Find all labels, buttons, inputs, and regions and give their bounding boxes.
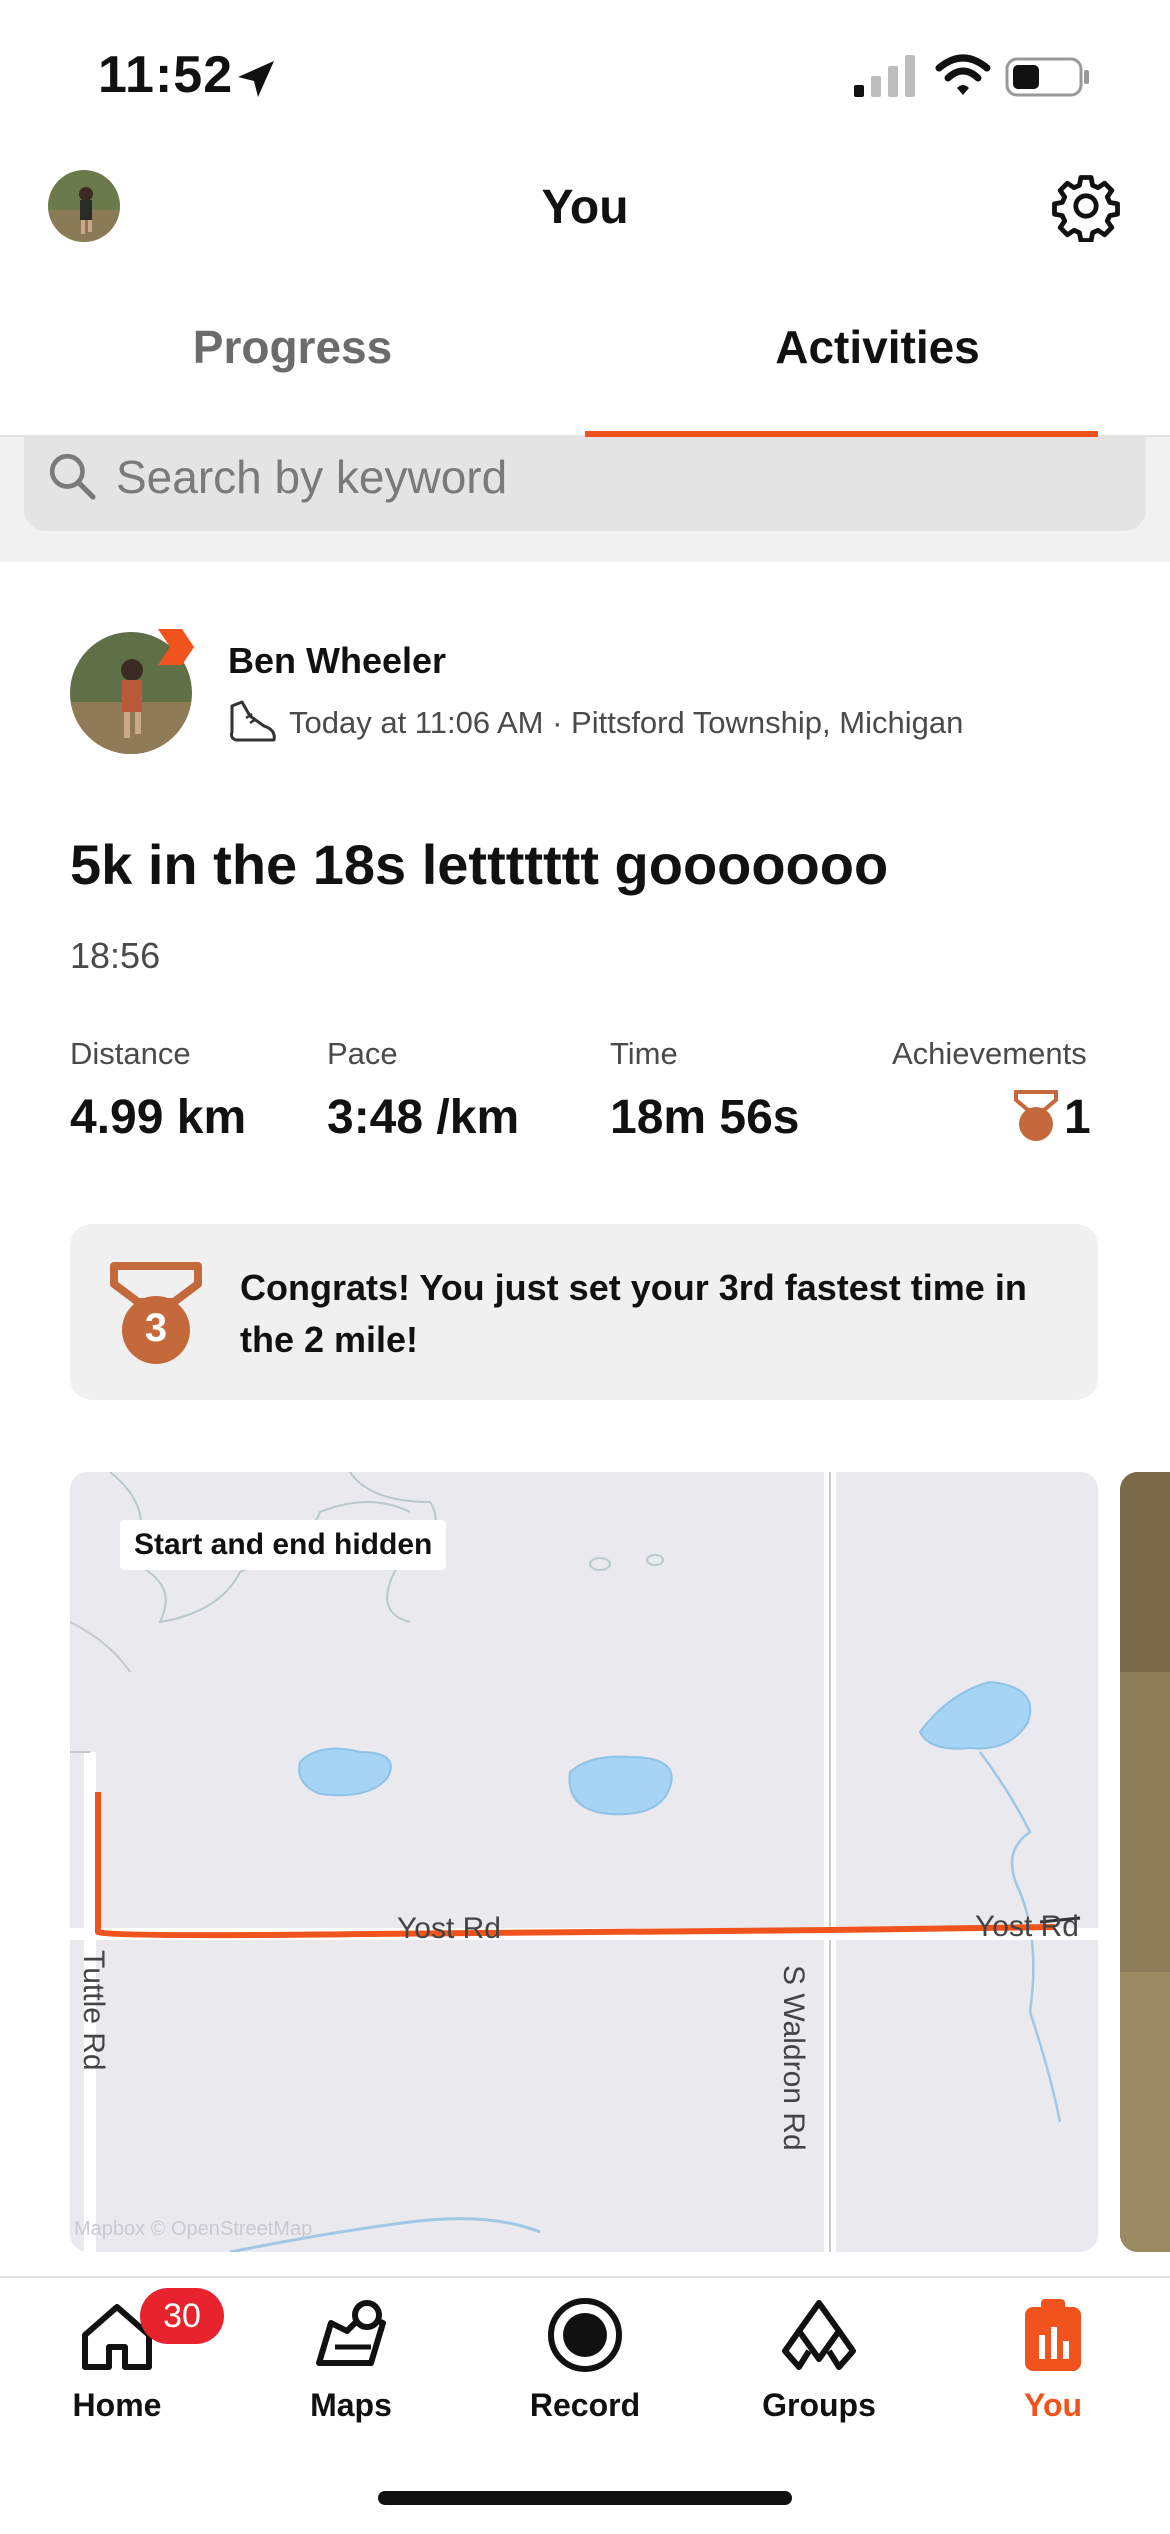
- cellular-signal-icon: [854, 55, 915, 97]
- battery-icon: [1005, 57, 1089, 97]
- medal-number: 3: [144, 1306, 168, 1350]
- nav-maps[interactable]: Maps: [234, 2295, 468, 2424]
- wifi-icon: [935, 54, 991, 95]
- stat-label-achievements: Achievements: [892, 1036, 1087, 1071]
- nav-groups[interactable]: Groups: [702, 2295, 936, 2424]
- tab-activities[interactable]: Activities: [585, 320, 1170, 374]
- home-indicator[interactable]: [378, 2491, 792, 2505]
- tab-progress[interactable]: Progress: [0, 320, 585, 374]
- groups-icon: [782, 2300, 856, 2370]
- stat-value-time: 18m 56s: [610, 1091, 800, 1144]
- stat-value-distance: 4.99 km: [70, 1091, 247, 1144]
- nav-label-groups: Groups: [762, 2387, 876, 2423]
- nav-you[interactable]: You: [936, 2295, 1170, 2424]
- settings-gear-icon[interactable]: [1050, 170, 1122, 242]
- stat-label-time: Time: [610, 1036, 678, 1071]
- stat-value-pace: 3:48 /km: [327, 1091, 520, 1144]
- stat-value-achievements: 1: [1064, 1091, 1091, 1144]
- road-label-waldron-rd: S Waldron Rd: [777, 1965, 810, 2151]
- photo-preview-image: [1120, 1472, 1170, 2252]
- nav-label-home: Home: [72, 2387, 162, 2423]
- nav-label-record: Record: [529, 2387, 641, 2423]
- subscriber-badge-icon: [158, 629, 194, 665]
- maps-icon: [316, 2300, 386, 2366]
- achievement-text: Congrats! You just set your 3rd fastest …: [240, 1267, 1027, 1360]
- you-clipboard-icon: [1025, 2299, 1081, 2371]
- activity-title[interactable]: 5k in the 18s lettttttt gooooooo: [70, 832, 888, 897]
- activity-time-of-day: 18:56: [70, 935, 161, 976]
- page-title: You: [541, 181, 629, 234]
- status-time: 11:52: [98, 46, 234, 104]
- road-label-tuttle-rd: Tuttle Rd: [77, 1950, 110, 2071]
- road-label-yost-rd: Yost Rd: [397, 1912, 501, 1945]
- nav-label-maps: Maps: [310, 2387, 392, 2423]
- location-arrow-icon: [238, 61, 274, 97]
- next-photo-preview[interactable]: [1120, 1472, 1170, 2252]
- running-shoe-icon: [230, 700, 276, 742]
- record-icon: [548, 2298, 622, 2372]
- search-icon: [49, 453, 96, 500]
- athlete-name[interactable]: Ben Wheeler: [228, 640, 446, 682]
- activity-map[interactable]: [70, 1472, 1098, 2252]
- medal-icon: [1014, 1090, 1058, 1141]
- road-label-yost-rd-east: Yost Rd: [975, 1910, 1079, 1943]
- nav-label-you: You: [1023, 2387, 1083, 2423]
- stat-label-pace: Pace: [327, 1036, 398, 1071]
- notification-badge: 30: [140, 2288, 224, 2344]
- search-placeholder: Search by keyword: [116, 451, 508, 503]
- activity-meta: Today at 11:06 AM · Pittsford Township, …: [289, 705, 964, 740]
- nav-record[interactable]: Record: [468, 2295, 702, 2424]
- map-attribution: Mapbox © OpenStreetMap: [74, 2218, 313, 2240]
- map-privacy-label: Start and end hidden: [120, 1520, 447, 1570]
- map-canvas: [70, 1472, 1098, 2252]
- stat-label-distance: Distance: [70, 1036, 191, 1071]
